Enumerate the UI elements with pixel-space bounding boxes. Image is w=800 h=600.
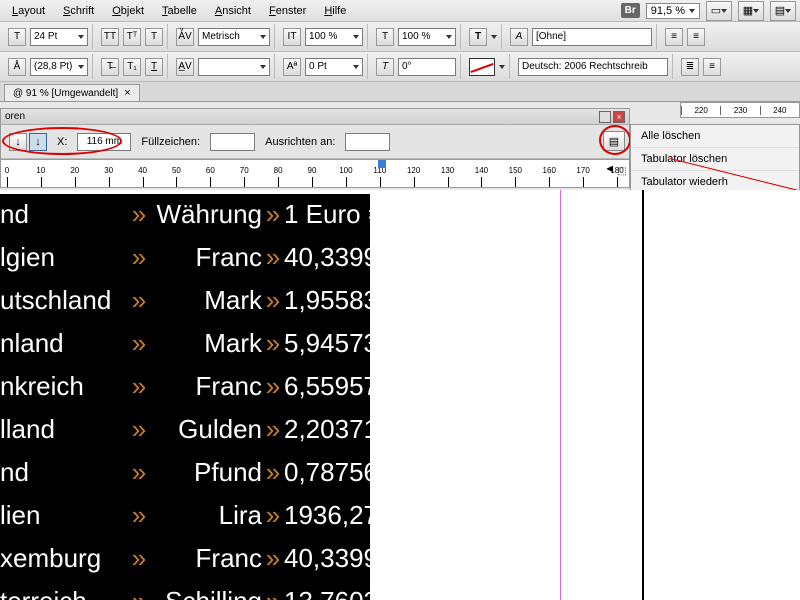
superscript-icon[interactable]: T xyxy=(145,28,163,46)
table-row: lien»Lira»1936,27¶ xyxy=(0,495,370,538)
skew-icon: T xyxy=(376,58,394,76)
menu-objekt[interactable]: Objekt xyxy=(104,3,152,19)
tabs-ruler-body: 0102030405060708090100110120130140150160… xyxy=(1,160,611,187)
menu-hilfe[interactable]: Hilfe xyxy=(316,3,354,19)
tab-align-left-button[interactable]: ↓ xyxy=(9,133,27,151)
tab-align-decimal-button[interactable]: ↓ xyxy=(29,133,47,151)
table-row: nland»Mark»5,94573¶ xyxy=(0,323,370,366)
document-tab[interactable]: @ 91 % [Umgewandelt] × xyxy=(4,84,140,101)
skew-field[interactable]: 0° xyxy=(398,58,456,76)
screen-mode-button[interactable]: ▭ xyxy=(706,1,732,21)
para-align-left-icon[interactable]: ≡ xyxy=(665,28,683,46)
menu-layout[interactable]: Layout xyxy=(4,3,53,19)
align-on-label: Ausrichten an: xyxy=(265,136,335,148)
table-row: lland»Gulden»2,20371¶ xyxy=(0,409,370,452)
table-row: terreich»Schilling»13,7603¶ xyxy=(0,581,370,600)
leading-icon: Å xyxy=(8,58,26,76)
smallcaps-icon[interactable]: Tᵀ xyxy=(123,28,141,46)
close-icon[interactable]: × xyxy=(124,87,130,99)
panel-close-button[interactable]: × xyxy=(613,111,625,123)
text-frame[interactable]: nd»Währung»1 Euro =¶lgien»Franc»40,3399¶… xyxy=(0,194,370,600)
magnet-icon[interactable]: ⬚ xyxy=(618,166,627,177)
ruler-right-arrow-icon: ◄ xyxy=(604,163,615,175)
tab-stop-indicator[interactable] xyxy=(378,160,386,168)
vert-scale-icon: IT xyxy=(283,28,301,46)
font-size-icon: T xyxy=(8,28,26,46)
tabs-ruler[interactable]: 0102030405060708090100110120130140150160… xyxy=(1,159,629,187)
char-style-icon: A xyxy=(510,28,528,46)
horiz-scale-icon: T xyxy=(376,28,394,46)
document-tab-title: @ 91 % [Umgewandelt] xyxy=(13,88,118,99)
underline-icon[interactable]: T xyxy=(145,58,163,76)
zoom-value: 91,5 % xyxy=(651,5,685,17)
para-align-center-icon[interactable]: ≡ xyxy=(687,28,705,46)
menu-schrift[interactable]: Schrift xyxy=(55,3,102,19)
page-edge xyxy=(642,190,644,600)
tabs-panel-title: oren xyxy=(5,111,25,122)
panel-menu-button[interactable]: ▤ xyxy=(603,131,625,151)
subscript-icon[interactable]: T₁ xyxy=(123,58,141,76)
fill-color-icon[interactable]: T xyxy=(469,28,487,46)
kerning-icon: AͮV xyxy=(176,28,194,46)
baseline-field[interactable]: 0 Pt xyxy=(305,58,363,76)
stroke-swatch[interactable] xyxy=(469,58,495,76)
tracking-icon: A̲V xyxy=(176,58,194,76)
char-style-field[interactable]: [Ohne] xyxy=(532,28,652,46)
menu-fenster[interactable]: Fenster xyxy=(261,3,314,19)
tracking-field[interactable] xyxy=(198,58,270,76)
font-size-field[interactable]: 24 Pt xyxy=(30,28,88,46)
strike-icon[interactable]: T̶ xyxy=(101,58,119,76)
table-row: nkreich»Franc»6,55957¶ xyxy=(0,366,370,409)
menubar: Layout Schrift Objekt Tabelle Ansicht Fe… xyxy=(0,0,800,22)
kerning-field[interactable]: Metrisch xyxy=(198,28,270,46)
table-row: nd»Währung»1 Euro =¶ xyxy=(0,194,370,237)
document-tab-strip: @ 91 % [Umgewandelt] × xyxy=(0,82,800,102)
para-align-right-icon[interactable]: ≡ xyxy=(703,58,721,76)
table-row: xemburg»Franc»40,3399¶ xyxy=(0,538,370,581)
menu-clear-all[interactable]: Alle löschen xyxy=(631,125,799,148)
chevron-down-icon xyxy=(689,9,695,13)
horizontal-ruler: 220 230 240 xyxy=(680,102,800,118)
view-options-button[interactable]: ▤ xyxy=(770,1,796,21)
baseline-icon: Aª xyxy=(283,58,301,76)
menu-tabelle[interactable]: Tabelle xyxy=(154,3,205,19)
menu-delete-tab[interactable]: Tabulator löschen xyxy=(631,148,799,171)
arrange-button[interactable]: ▦ xyxy=(738,1,764,21)
zoom-combo[interactable]: 91,5 % xyxy=(646,3,700,19)
panel-minimize-button[interactable] xyxy=(599,111,611,123)
tabs-panel: oren × ↓ ↓ X: 116 mm Füllzeichen: Ausric… xyxy=(0,108,630,188)
para-align-justify-icon[interactable]: ≣ xyxy=(681,58,699,76)
table-row: nd»Pfund»0,787564¶ xyxy=(0,452,370,495)
tab-align-group: ↓ ↓ xyxy=(9,133,47,151)
table-row: utschland»Mark»1,95583¶ xyxy=(0,280,370,323)
bridge-icon[interactable]: Br xyxy=(621,3,640,18)
align-on-field[interactable] xyxy=(345,133,390,151)
allcaps-icon[interactable]: TT xyxy=(101,28,119,46)
tabs-panel-titlebar[interactable]: oren × xyxy=(1,109,629,125)
control-row-2: Å (28,8 Pt) T̶ T₁ T A̲V Aª 0 Pt T 0° Deu… xyxy=(0,52,800,82)
fill-char-label: Füllzeichen: xyxy=(141,136,200,148)
tabs-control-row: ↓ ↓ X: 116 mm Füllzeichen: Ausrichten an… xyxy=(1,125,629,159)
fill-char-field[interactable] xyxy=(210,133,255,151)
vert-scale-field[interactable]: 100 % xyxy=(305,28,363,46)
leading-field[interactable]: (28,8 Pt) xyxy=(30,58,88,76)
horiz-scale-field[interactable]: 100 % xyxy=(398,28,456,46)
control-row-1: T 24 Pt TT Tᵀ T AͮV Metrisch IT 100 % T … xyxy=(0,22,800,52)
table-row: lgien»Franc»40,3399¶ xyxy=(0,237,370,280)
margin-guide xyxy=(560,190,561,600)
menu-ansicht[interactable]: Ansicht xyxy=(207,3,259,19)
x-position-field[interactable]: 116 mm xyxy=(77,133,131,151)
document-area: nd»Währung»1 Euro =¶lgien»Franc»40,3399¶… xyxy=(0,190,800,600)
language-field[interactable]: Deutsch: 2006 Rechtschreib xyxy=(518,58,668,76)
x-position-label: X: xyxy=(57,136,67,148)
